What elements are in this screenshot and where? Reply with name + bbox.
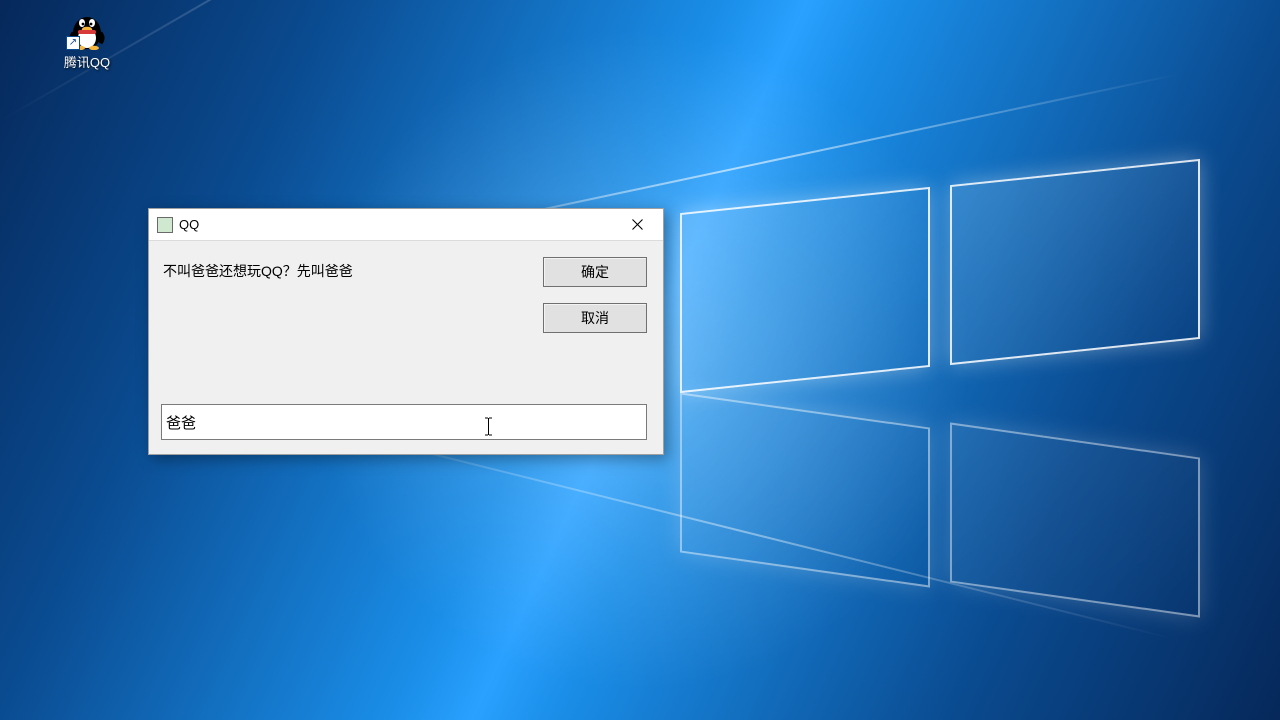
ok-button[interactable]: 确定 (543, 257, 647, 287)
dialog-titlebar[interactable]: QQ (149, 209, 663, 241)
qq-penguin-icon: ↗ (66, 8, 108, 50)
desktop-shortcut-qq[interactable]: ↗ 腾讯QQ (48, 8, 126, 71)
desktop-shortcut-label: 腾讯QQ (48, 52, 126, 71)
dialog-title: QQ (179, 217, 615, 232)
qq-dialog-window: QQ 不叫爸爸还想玩QQ？先叫爸爸 确定 取消 (148, 208, 664, 455)
dialog-app-icon (157, 217, 173, 233)
shortcut-overlay-icon: ↗ (66, 36, 80, 50)
close-icon (632, 219, 643, 230)
dialog-prompt-text: 不叫爸爸还想玩QQ？先叫爸爸 (163, 261, 353, 281)
cancel-button[interactable]: 取消 (543, 303, 647, 333)
close-button[interactable] (615, 211, 659, 239)
dialog-text-input[interactable] (161, 404, 647, 440)
